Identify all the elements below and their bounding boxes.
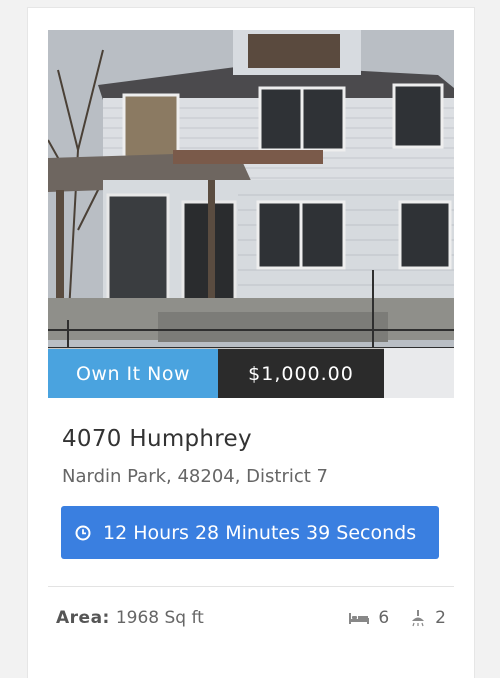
own-it-now-button[interactable]: Own It Now — [48, 349, 218, 398]
countdown-timer: 12 Hours 28 Minutes 39 Seconds — [61, 506, 439, 559]
baths-count: 2 — [435, 608, 446, 628]
timer-minutes: 28 — [194, 521, 220, 544]
timer-hours: 12 — [103, 521, 128, 544]
timer-minutes-label: Minutes — [225, 521, 300, 544]
property-card[interactable]: Own It Now $1,000.00 4070 Humphrey Nardi… — [28, 8, 474, 678]
price-badge: $1,000.00 — [218, 349, 384, 398]
area-label: Area: — [56, 608, 110, 628]
listing-location: Nardin Park, 48204, District 7 — [62, 466, 329, 487]
clock-icon — [75, 525, 91, 541]
timer-seconds: 39 — [306, 521, 331, 544]
baths-stat: 2 — [409, 608, 446, 628]
bed-icon — [348, 611, 370, 625]
property-photo[interactable]: Own It Now $1,000.00 — [48, 30, 454, 398]
listing-title[interactable]: 4070 Humphrey — [62, 426, 252, 452]
house-image — [48, 30, 454, 398]
timer-hours-label: Hours — [133, 521, 189, 544]
divider — [48, 586, 454, 587]
shower-icon — [409, 609, 427, 627]
listing-footer: Area: 1968 Sq ft 6 2 — [56, 598, 446, 638]
area-value: 1968 Sq ft — [115, 608, 204, 628]
beds-count: 6 — [378, 608, 390, 628]
timer-seconds-label: Seconds — [336, 521, 417, 544]
beds-stat: 6 — [348, 608, 389, 628]
